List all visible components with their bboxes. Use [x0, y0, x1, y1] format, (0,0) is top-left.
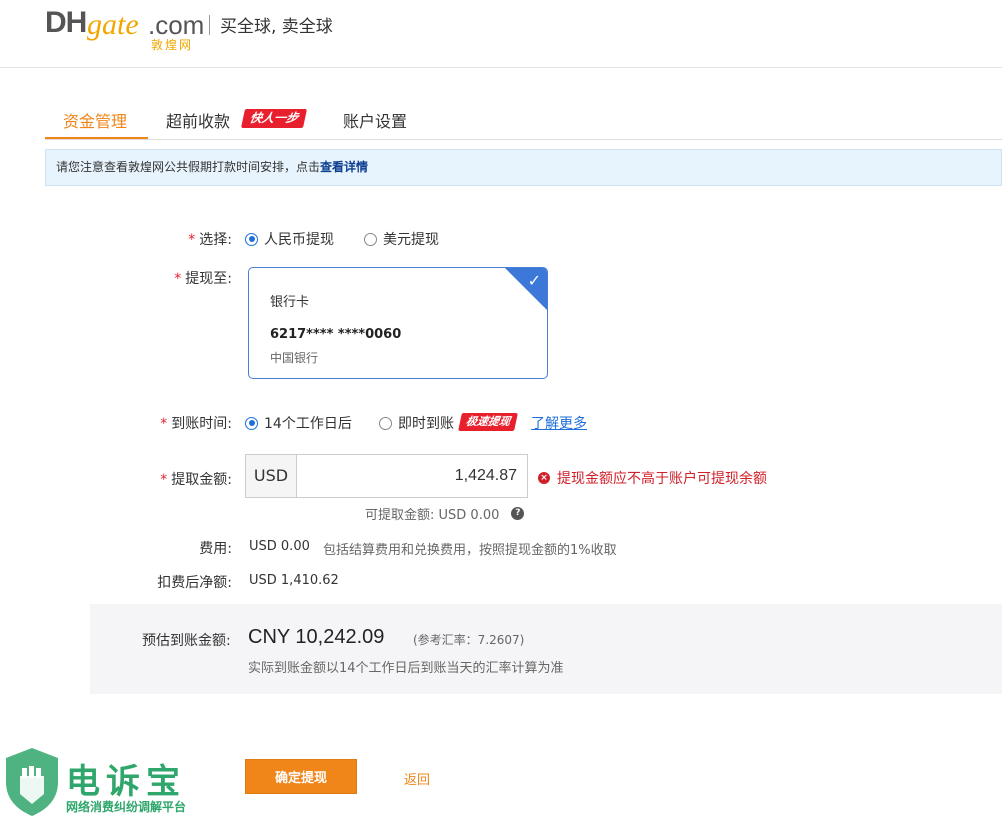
notice-text: 请您注意查看敦煌网公共假期打款时间安排，点击	[56, 160, 321, 174]
card-bank: 中国银行	[270, 351, 319, 365]
back-link[interactable]: 返回	[404, 769, 430, 788]
radio-checked-icon	[245, 416, 258, 430]
speed-withdraw-badge: 极速提现	[458, 413, 518, 431]
logo-cn-text: 敦煌网	[151, 38, 194, 52]
watermark-title: 电诉宝	[66, 762, 186, 802]
tab-bar: 资金管理 超前收款 快人一步 账户设置	[45, 100, 1002, 140]
amount-label: * 提取金额:	[160, 472, 232, 488]
radio-arrival-instant[interactable]: 即时到账	[379, 413, 454, 433]
amount-field: USD	[245, 454, 528, 498]
radio-unchecked-icon	[379, 416, 392, 430]
exchange-rate: (参考汇率：7.2607)	[413, 633, 525, 647]
card-type: 银行卡	[270, 295, 310, 310]
tab-account-settings[interactable]: 账户设置	[343, 108, 407, 132]
learn-more-link[interactable]: 了解更多	[531, 413, 587, 433]
confirm-withdraw-button[interactable]: 确定提现	[245, 759, 357, 794]
arrival-time-label: * 到账时间:	[160, 416, 232, 432]
fee-label: 费用:	[199, 541, 232, 557]
radio-rmb-withdraw[interactable]: 人民币提现	[245, 229, 334, 249]
slogan: 买全球, 卖全球	[220, 17, 333, 37]
help-icon[interactable]: ?	[511, 507, 525, 520]
net-amount-label: 扣费后净额:	[157, 575, 232, 591]
shield-fist-icon	[6, 748, 58, 816]
tab-advance-collection[interactable]: 超前收款	[166, 108, 230, 132]
net-amount-value: USD 1,410.62	[249, 573, 339, 588]
fee-note: 包括结算费用和兑换费用，按照提现金额的1%收取	[323, 543, 617, 558]
notice-details-link[interactable]: 查看详情	[320, 160, 368, 174]
estimate-amount: CNY 10,242.09	[248, 626, 385, 648]
radio-usd-withdraw[interactable]: 美元提现	[364, 229, 439, 249]
fee-value: USD 0.00	[249, 539, 310, 554]
logo-dh-text: DH	[45, 6, 87, 39]
currency-prefix: USD	[246, 455, 297, 497]
watermark: 电诉宝 网络消费纠纷调解平台	[0, 746, 220, 820]
radio-unchecked-icon	[364, 232, 377, 246]
bank-card-option[interactable]: 银行卡 6217**** ****0060 中国银行 ✓	[248, 267, 548, 379]
logo-gate-text: gate	[87, 8, 139, 41]
withdraw-to-label: * 提现至:	[174, 271, 232, 287]
select-label: * 选择:	[188, 232, 232, 248]
checkmark-icon: ✓	[527, 271, 541, 290]
site-header: DH gate .com 敦煌网 买全球, 卖全球	[0, 0, 1002, 68]
watermark-subtitle: 网络消费纠纷调解平台	[66, 800, 187, 814]
error-icon: ×	[538, 472, 550, 484]
estimate-note: 实际到账金额以14个工作日后到账当天的汇率计算为准	[248, 661, 564, 676]
active-tab-underline	[45, 137, 148, 139]
available-amount: 可提取金额: USD 0.00 ?	[365, 504, 525, 523]
estimate-panel: 预估到账金额: CNY 10,242.09 (参考汇率：7.2607) 实际到账…	[90, 604, 1002, 694]
estimate-label: 预估到账金额:	[142, 633, 231, 649]
fast-badge: 快人一步	[240, 109, 308, 128]
radio-checked-icon	[245, 232, 258, 246]
dhgate-logo[interactable]: DH gate .com 敦煌网	[45, 6, 205, 52]
slogan-divider	[209, 15, 210, 35]
amount-error: × 提现金额应不高于账户可提现余额	[538, 468, 767, 488]
holiday-notice: 请您注意查看敦煌网公共假期打款时间安排，点击查看详情	[45, 149, 1002, 186]
tab-fund-management[interactable]: 资金管理	[63, 108, 127, 132]
radio-arrival-14-days[interactable]: 14个工作日后	[245, 413, 352, 433]
card-number: 6217**** ****0060	[270, 327, 402, 342]
amount-input[interactable]	[297, 455, 527, 497]
